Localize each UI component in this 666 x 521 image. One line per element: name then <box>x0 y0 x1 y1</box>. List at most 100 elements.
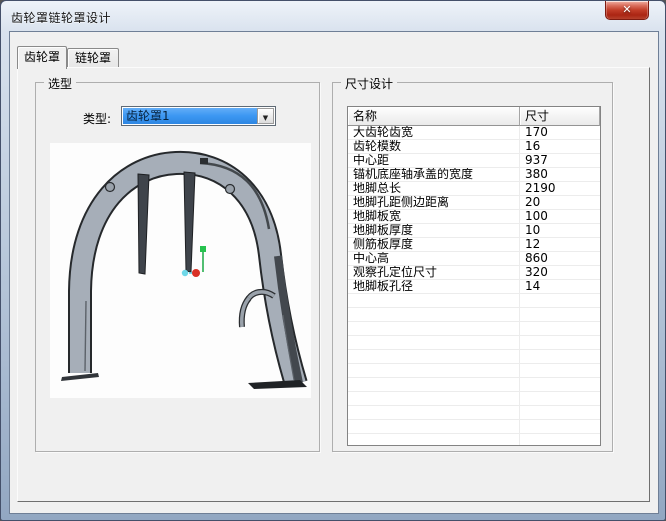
cell-size <box>520 336 600 349</box>
table-row <box>348 294 600 308</box>
cell-size: 100 <box>520 210 600 223</box>
model-left-foot <box>61 373 99 381</box>
cell-size <box>520 378 600 391</box>
triad-origin-dot <box>192 269 200 277</box>
triad-y-dot <box>200 246 206 252</box>
table-row <box>348 308 600 322</box>
cell-name <box>348 420 520 433</box>
cell-size: 10 <box>520 224 600 237</box>
selection-groupbox: 选型 类型: 齿轮罩1 ▼ <box>35 82 320 452</box>
cell-size <box>520 350 600 363</box>
gear-cover-3d-model <box>50 143 311 398</box>
cell-size: 12 <box>520 238 600 251</box>
tab-chain-cover[interactable]: 链轮罩 <box>67 48 119 68</box>
cell-name: 大齿轮齿宽 <box>348 126 520 139</box>
cell-size: 16 <box>520 140 600 153</box>
selection-group-title: 选型 <box>44 75 76 92</box>
table-row[interactable]: 地脚孔距侧边距离20 <box>348 196 600 210</box>
cell-size <box>520 308 600 321</box>
table-row <box>348 378 600 392</box>
close-icon: ✕ <box>622 3 631 16</box>
cell-size: 320 <box>520 266 600 279</box>
cell-size <box>520 420 600 433</box>
table-row <box>348 336 600 350</box>
cell-size: 2190 <box>520 182 600 195</box>
cell-name: 侧筋板厚度 <box>348 238 520 251</box>
model-eyelet <box>106 183 115 192</box>
model-seam <box>85 301 86 371</box>
column-header-name[interactable]: 名称 <box>348 107 520 126</box>
dialog-window: 齿轮罩链轮罩设计 ✕ 齿轮罩 链轮罩 选型 类型: 齿轮罩1 ▼ <box>0 0 666 521</box>
triad-x-dot <box>182 270 188 276</box>
cell-name: 地脚板宽 <box>348 210 520 223</box>
cell-name <box>348 378 520 391</box>
type-dropdown-value[interactable]: 齿轮罩1 <box>123 108 257 124</box>
table-row <box>348 406 600 420</box>
cell-size <box>520 392 600 405</box>
cell-name <box>348 406 520 419</box>
table-row <box>348 364 600 378</box>
size-table-rows: 大齿轮齿宽170齿轮模数16中心距937锚机底座轴承盖的宽度380地脚总长219… <box>348 126 600 446</box>
tab-gear-cover[interactable]: 齿轮罩 <box>17 46 67 69</box>
cell-size <box>520 364 600 377</box>
table-header-row: 名称 尺寸 <box>348 107 600 126</box>
cell-size <box>520 434 600 446</box>
parameter-table[interactable]: 名称 尺寸 大齿轮齿宽170齿轮模数16中心距937锚机底座轴承盖的宽度380地… <box>347 106 601 446</box>
model-right-foot <box>248 380 307 389</box>
model-eyelet <box>226 185 235 194</box>
table-row <box>348 322 600 336</box>
cell-name <box>348 364 520 377</box>
close-button[interactable]: ✕ <box>605 1 649 20</box>
cell-size: 14 <box>520 280 600 293</box>
cell-name <box>348 392 520 405</box>
table-row[interactable]: 地脚板孔径14 <box>348 280 600 294</box>
model-top-fitting <box>200 158 208 164</box>
type-dropdown[interactable]: 齿轮罩1 ▼ <box>121 106 276 126</box>
cell-size: 20 <box>520 196 600 209</box>
cell-name <box>348 434 520 446</box>
model-preview[interactable] <box>50 143 311 398</box>
dropdown-arrow-button[interactable]: ▼ <box>257 108 274 124</box>
table-row[interactable]: 地脚板宽100 <box>348 210 600 224</box>
cell-name <box>348 308 520 321</box>
cell-name: 地脚孔距侧边距离 <box>348 196 520 209</box>
table-row[interactable]: 锚机底座轴承盖的宽度380 <box>348 168 600 182</box>
cell-size: 380 <box>520 168 600 181</box>
chevron-down-icon: ▼ <box>263 114 268 122</box>
cell-name <box>348 336 520 349</box>
table-row[interactable]: 齿轮模数16 <box>348 140 600 154</box>
cell-name: 齿轮模数 <box>348 140 520 153</box>
cell-name <box>348 294 520 307</box>
table-row <box>348 350 600 364</box>
model-rib <box>138 174 149 274</box>
cell-size <box>520 322 600 335</box>
table-row[interactable]: 观察孔定位尺寸320 <box>348 266 600 280</box>
column-header-size[interactable]: 尺寸 <box>520 107 600 126</box>
model-rib <box>184 172 195 272</box>
tab-page: 选型 类型: 齿轮罩1 ▼ <box>17 67 650 502</box>
cell-name: 锚机底座轴承盖的宽度 <box>348 168 520 181</box>
cell-size <box>520 294 600 307</box>
type-label: 类型: <box>83 110 111 127</box>
table-row[interactable]: 侧筋板厚度12 <box>348 238 600 252</box>
table-row[interactable]: 地脚板厚度10 <box>348 224 600 238</box>
cell-name: 地脚板孔径 <box>348 280 520 293</box>
window-title: 齿轮罩链轮罩设计 <box>11 9 111 26</box>
cell-size: 937 <box>520 154 600 167</box>
table-row <box>348 420 600 434</box>
cell-name: 中心距 <box>348 154 520 167</box>
cell-name: 地脚板厚度 <box>348 224 520 237</box>
table-row <box>348 434 600 446</box>
cell-name <box>348 350 520 363</box>
cell-name: 观察孔定位尺寸 <box>348 266 520 279</box>
title-bar[interactable]: 齿轮罩链轮罩设计 ✕ <box>1 1 665 31</box>
cell-name: 中心高 <box>348 252 520 265</box>
cell-name <box>348 322 520 335</box>
table-row[interactable]: 中心高860 <box>348 252 600 266</box>
cell-name: 地脚总长 <box>348 182 520 195</box>
size-groupbox: 尺寸设计 名称 尺寸 大齿轮齿宽170齿轮模数16中心距937锚机底座轴承盖的宽… <box>332 82 613 452</box>
table-row[interactable]: 大齿轮齿宽170 <box>348 126 600 140</box>
table-row <box>348 392 600 406</box>
table-row[interactable]: 中心距937 <box>348 154 600 168</box>
table-row[interactable]: 地脚总长2190 <box>348 182 600 196</box>
